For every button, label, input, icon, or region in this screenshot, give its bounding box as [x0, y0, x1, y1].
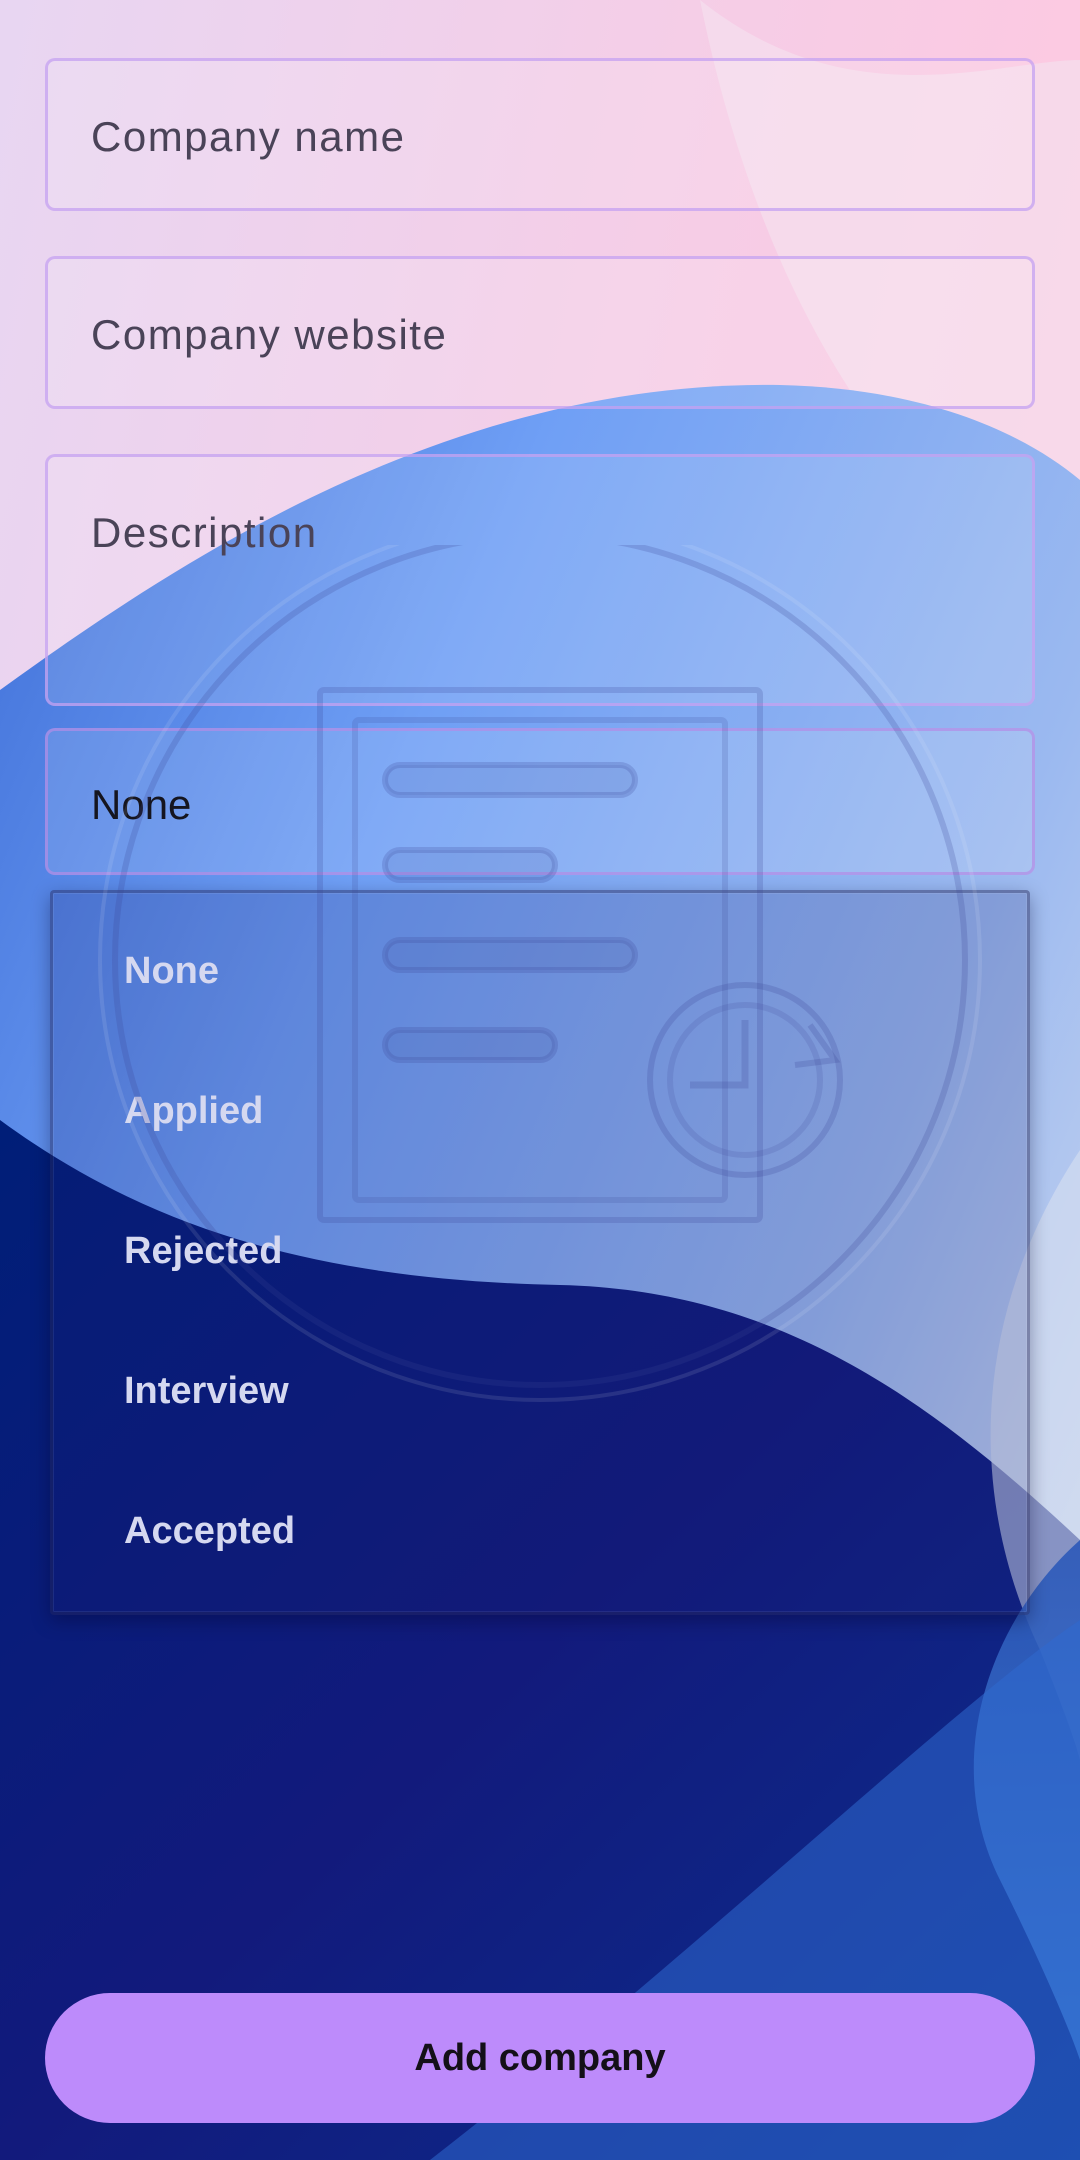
add-company-label: Add company	[414, 2036, 666, 2079]
company-name-placeholder: Company name	[91, 113, 406, 160]
status-option-applied[interactable]: Applied	[124, 1090, 263, 1133]
description-placeholder: Description	[91, 509, 318, 556]
add-company-button[interactable]: Add company	[45, 1993, 1035, 2123]
status-option-rejected[interactable]: Rejected	[124, 1230, 282, 1273]
status-option-none[interactable]: None	[124, 950, 219, 993]
status-selected-value: None	[91, 781, 192, 828]
company-name-field[interactable]: Company name	[45, 58, 1035, 211]
company-website-placeholder: Company website	[91, 311, 448, 358]
status-option-interview[interactable]: Interview	[124, 1370, 289, 1413]
company-website-field[interactable]: Company website	[45, 256, 1035, 409]
status-option-accepted[interactable]: Accepted	[124, 1510, 295, 1553]
status-dropdown-menu: None Applied Rejected Interview Accepted	[50, 890, 1030, 1615]
description-field[interactable]: Description	[45, 454, 1035, 706]
status-dropdown[interactable]: None	[45, 728, 1035, 875]
